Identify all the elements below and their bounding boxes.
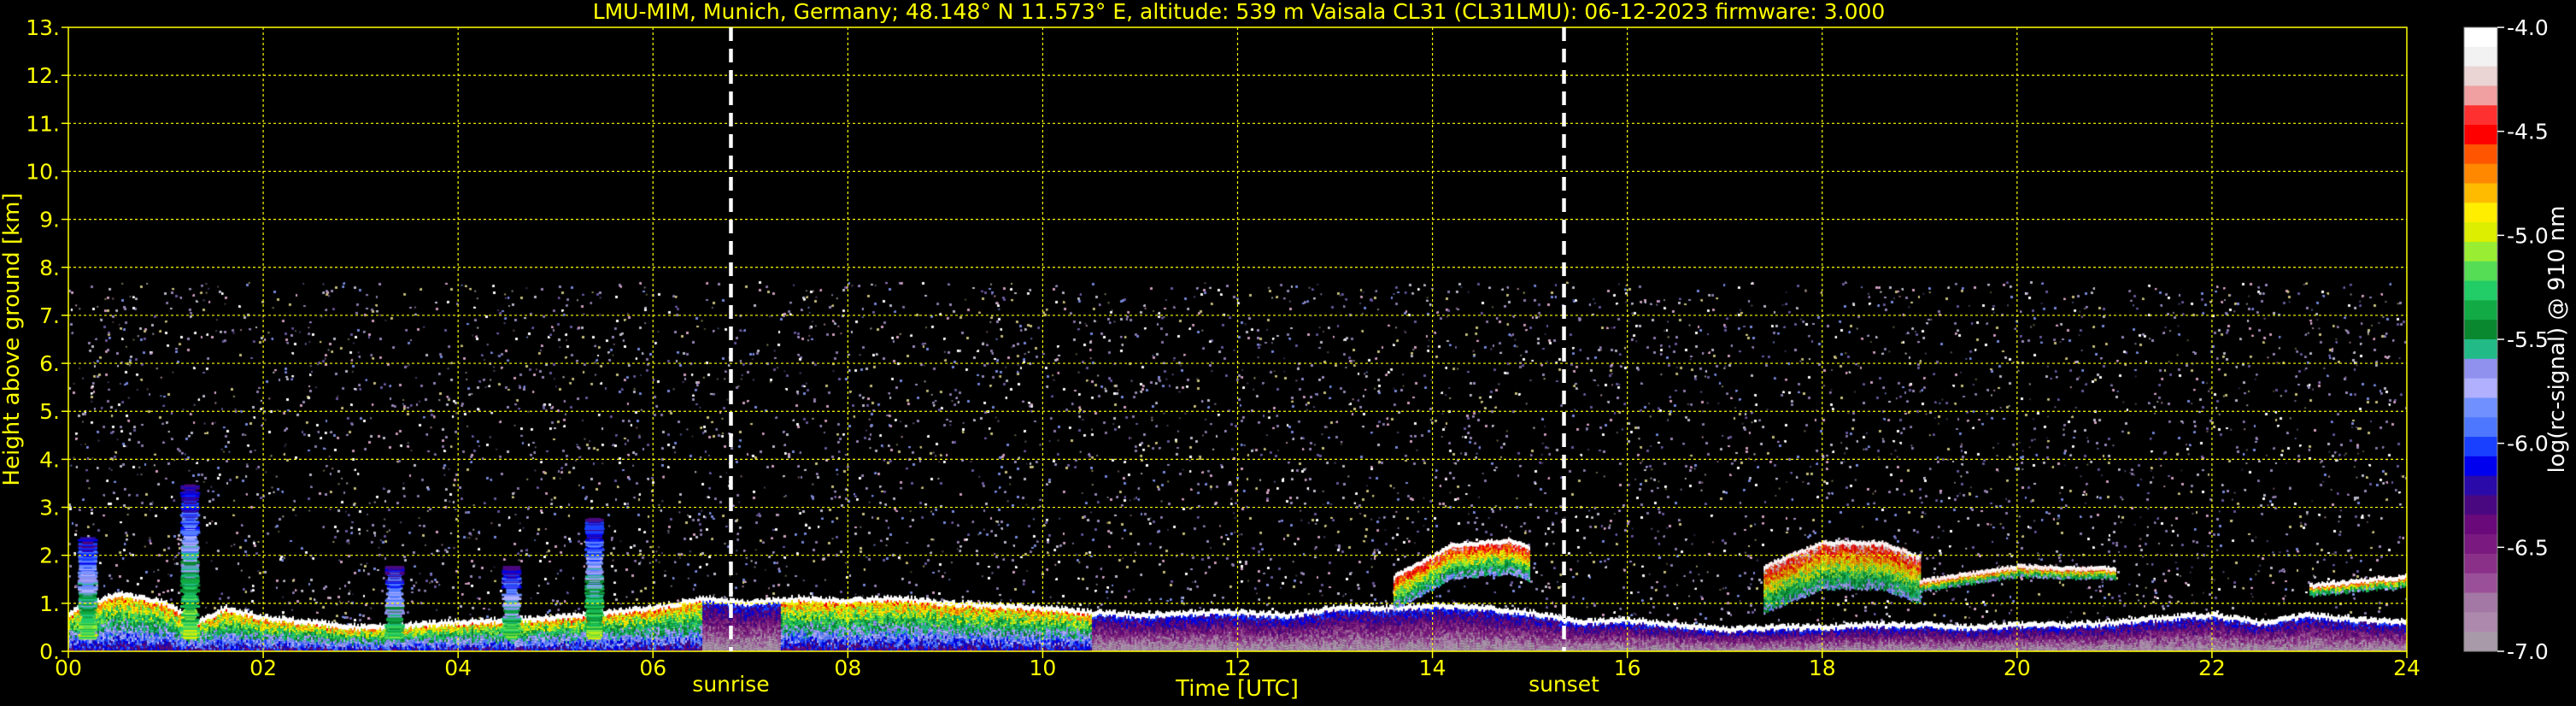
y-tick-label: 11. [26,111,60,136]
x-tick-label: 18 [1809,656,1836,680]
x-tick-label: 08 [834,656,861,680]
colorbar-swatch [2464,163,2497,184]
x-tick-label: 00 [55,656,82,680]
sun-marker-label: sunset [1529,672,1599,697]
colorbar-tick-label: -4.5 [2507,120,2549,144]
y-tick-label: 7. [39,303,60,328]
colorbar-swatch [2464,417,2497,438]
x-tick-label: 06 [639,656,666,680]
colorbar-swatch [2464,46,2497,68]
colorbar-swatch [2464,437,2497,457]
x-tick-label: 04 [444,656,472,680]
colorbar-swatch [2464,632,2497,652]
colorbar-swatch [2464,378,2497,398]
colorbar-swatch [2464,66,2497,86]
x-tick-label: 24 [2393,656,2421,680]
colorbar-tick-label: -4.0 [2507,15,2549,40]
y-tick-label: 10. [26,159,60,184]
chart-title: LMU-MIM, Munich, Germany; 48.148° N 11.5… [593,0,1886,24]
y-tick-label: 2. [39,544,60,568]
colorbar-swatch [2464,241,2497,262]
colorbar-swatch [2464,515,2497,535]
colorbar-scale [2464,27,2497,652]
y-tick-label: 5. [39,399,60,424]
colorbar-swatch [2464,475,2497,496]
colorbar-swatch [2464,397,2497,418]
colorbar-swatch [2464,612,2497,632]
colorbar-swatch [2464,280,2497,301]
colorbar-swatch [2464,300,2497,321]
ceilometer-chart: LMU-MIM, Munich, Germany; 48.148° N 11.5… [0,0,2576,706]
colorbar-swatch [2464,592,2497,613]
colorbar-swatch [2464,553,2497,574]
y-tick-label: 12. [26,63,60,88]
colorbar-tick-label: -6.5 [2507,535,2549,560]
y-tick-label: 13. [26,15,60,40]
colorbar-swatch [2464,222,2497,243]
colorbar-tick-label: -5.5 [2507,327,2549,352]
x-tick-label: 10 [1030,656,1057,680]
colorbar-swatch [2464,125,2497,145]
colorbar-swatch [2464,495,2497,515]
x-axis-label: Time [UTC] [1175,676,1299,702]
colorbar-swatch [2464,183,2497,203]
y-tick-label: 3. [39,496,60,521]
colorbar-tick-label: -7.0 [2507,639,2549,664]
x-tick-label: 14 [1419,656,1446,680]
x-tick-label: 16 [1614,656,1641,680]
colorbar-swatch [2464,456,2497,477]
plot-area: sunrise sunset [67,26,2408,697]
colorbar-swatch [2464,573,2497,594]
colorbar-swatch [2464,105,2497,126]
y-tick-label: 4. [39,447,60,472]
colorbar-swatch [2464,358,2497,379]
colorbar-swatch [2464,339,2497,360]
x-tick-label: 20 [2004,656,2031,680]
y-axis-label: Height above ground [km] [0,192,25,485]
colorbar-swatch [2464,534,2497,555]
colorbar-swatch [2464,203,2497,223]
y-tick-label: 8. [39,256,60,280]
colorbar-label: log(rc-signal) @ 910 nm [2544,206,2570,474]
colorbar-swatch [2464,320,2497,340]
colorbar-tick-label: -5.0 [2507,223,2549,248]
colorbar-swatch [2464,85,2497,106]
sun-marker-label: sunrise [692,672,769,697]
y-tick-label: 1. [39,591,60,616]
colorbar-swatch [2464,144,2497,165]
colorbar-swatch [2464,261,2497,282]
colorbar-tick-label: -6.0 [2507,432,2549,456]
y-tick-label: 9. [39,208,60,232]
y-tick-label: 6. [39,351,60,376]
x-tick-label: 02 [249,656,277,680]
colorbar-swatch [2464,27,2497,48]
x-tick-label: 22 [2198,656,2226,680]
